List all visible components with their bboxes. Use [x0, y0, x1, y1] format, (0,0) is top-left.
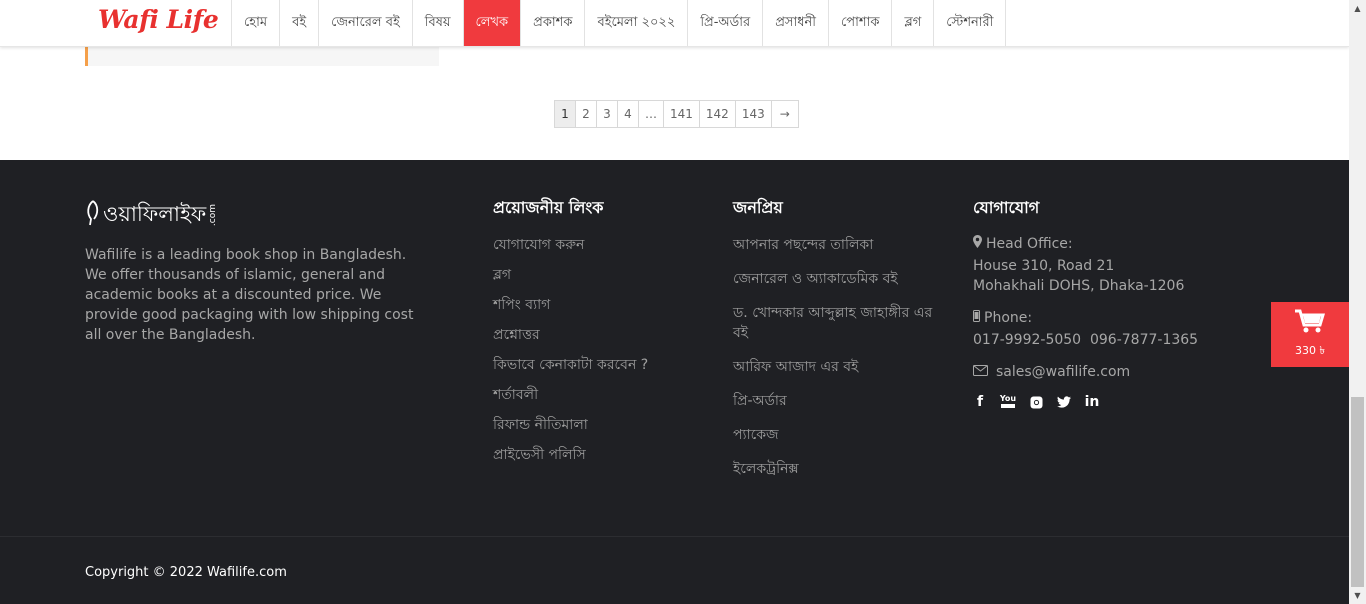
footer-link-shopping-bag[interactable]: শপিং ব্যাগ	[493, 295, 648, 325]
head-office-row: Head Office:	[973, 235, 1198, 252]
footer-popular-wishlist[interactable]: আপনার পছন্দের তালিকা	[733, 235, 948, 255]
footer-link-refund-policy[interactable]: রিফান্ড নীতিমালা	[493, 415, 648, 445]
facebook-icon[interactable]: f	[973, 394, 987, 410]
nav-item-home[interactable]: হোম	[232, 0, 281, 46]
page-ellipsis: …	[638, 100, 664, 128]
footer-link-contact[interactable]: যোগাযোগ করুন	[493, 235, 648, 265]
page-link-4[interactable]: 4	[617, 100, 639, 128]
page-link-143[interactable]: 143	[734, 100, 772, 128]
linkedin-icon[interactable]: in	[1085, 394, 1100, 410]
footer-popular-title: জনপ্রিয়	[733, 198, 783, 217]
nav-item-subjects[interactable]: বিষয়	[413, 0, 464, 46]
nav-item-blog[interactable]: ব্লগ	[892, 0, 935, 46]
social-links: f You in	[973, 394, 1198, 410]
cart-total: 330 ৳	[1295, 343, 1325, 357]
footer-link-how-to-buy[interactable]: কিভাবে কেনাকাটা করবেন ?	[493, 355, 648, 385]
address-line-2: Mohakhali DOHS, Dhaka-1206	[973, 278, 1185, 294]
email-address[interactable]: sales@wafilife.com	[996, 364, 1130, 380]
phone-row: Phone:	[973, 310, 1198, 326]
pagination: 1 2 3 4 … 141 142 143 →	[554, 100, 799, 128]
copyright-bar: Copyright © 2022 Wafilife.com	[0, 536, 1349, 604]
footer-brand[interactable]: ওয়াফিলাইফ .com	[85, 198, 325, 232]
nav-item-book-fair[interactable]: বইমেলা ২০২২	[585, 0, 689, 46]
map-marker-icon	[973, 235, 982, 252]
nav-item-authors[interactable]: লেখক	[463, 0, 522, 46]
page: Wafi Life হোম বই জেনারেল বই বিষয় লেখক প…	[0, 0, 1349, 604]
nav-item-cosmetics[interactable]: প্রসাধনী	[763, 0, 830, 46]
footer-link-faq[interactable]: প্রশ্নোত্তর	[493, 325, 648, 355]
footer-brand-suffix: .com	[208, 204, 219, 227]
page-scrollbar[interactable]: ▲ ▼	[1349, 0, 1366, 604]
page-link-2[interactable]: 2	[575, 100, 597, 128]
footer-popular-pre-order[interactable]: প্রি-অর্ডার	[733, 391, 948, 411]
phone-numbers[interactable]: 017-9992-5050 096-7877-1365	[973, 330, 1198, 350]
address-line-1: House 310, Road 21	[973, 258, 1115, 274]
site-header: Wafi Life হোম বই জেনারেল বই বিষয় লেখক প…	[0, 0, 1349, 47]
footer-popular-column: জনপ্রিয় আপনার পছন্দের তালিকা জেনারেল ও …	[733, 195, 948, 493]
copyright-text: Copyright © 2022 Wafilife.com	[85, 565, 287, 580]
nav-item-stationery[interactable]: স্টেশনারী	[934, 0, 1007, 46]
floating-cart-button[interactable]: 330 ৳	[1271, 302, 1349, 367]
page-link-142[interactable]: 142	[698, 100, 736, 128]
twitter-icon[interactable]	[1057, 394, 1071, 410]
scroll-down-arrow-icon[interactable]: ▼	[1349, 587, 1366, 604]
email-row[interactable]: sales@wafilife.com	[973, 364, 1198, 380]
site-footer: ওয়াফিলাইফ .com Wafilife is a leading bo…	[0, 160, 1349, 536]
nav-item-general-books[interactable]: জেনারেল বই	[319, 0, 413, 46]
mobile-icon	[973, 310, 980, 326]
footer-contact-title: যোগাযোগ	[973, 198, 1040, 217]
youtube-icon[interactable]: You	[1000, 394, 1016, 408]
footer-popular-general-academic[interactable]: জেনারেল ও অ্যাকাডেমিক বই	[733, 269, 948, 289]
footer-description: Wafilife is a leading book shop in Bangl…	[85, 247, 414, 343]
next-page-button[interactable]: →	[770, 100, 799, 128]
footer-link-blog[interactable]: ব্লগ	[493, 265, 648, 295]
footer-links-column: প্রয়োজনীয় লিংক যোগাযোগ করুন ব্লগ শপিং …	[493, 195, 648, 475]
page-link-3[interactable]: 3	[596, 100, 618, 128]
feather-icon	[85, 200, 101, 231]
nav-item-publishers[interactable]: প্রকাশক	[521, 0, 586, 46]
site-logo[interactable]: Wafi Life	[98, 5, 219, 34]
footer-contact-column: যোগাযোগ Head Office: House 310, Road 21 …	[973, 195, 1198, 410]
envelope-icon	[973, 364, 988, 380]
page-link-1[interactable]: 1	[554, 100, 576, 128]
page-link-141[interactable]: 141	[663, 100, 700, 128]
footer-popular-electronics[interactable]: ইলেকট্রনিক্স	[733, 459, 948, 479]
main-nav: হোম বই জেনারেল বই বিষয় লেখক প্রকাশক বইম…	[231, 0, 1007, 46]
head-office-label: Head Office:	[986, 235, 1073, 252]
scrollbar-thumb[interactable]	[1351, 397, 1364, 587]
nav-item-books[interactable]: বই	[280, 0, 320, 46]
nav-item-pre-order[interactable]: প্রি-অর্ডার	[688, 0, 764, 46]
footer-popular-package[interactable]: প্যাকেজ	[733, 425, 948, 445]
footer-link-privacy-policy[interactable]: প্রাইভেসী পলিসি	[493, 445, 648, 475]
instagram-icon[interactable]	[1029, 394, 1043, 410]
shopping-cart-icon	[1295, 309, 1326, 339]
footer-links-title: প্রয়োজনীয় লিংক	[493, 198, 604, 217]
scroll-up-arrow-icon[interactable]: ▲	[1349, 0, 1366, 17]
footer-popular-arif-azad[interactable]: আরিফ আজাদ এর বই	[733, 357, 948, 377]
footer-brand-name: ওয়াফিলাইফ	[103, 202, 207, 226]
phone-label: Phone:	[984, 310, 1033, 326]
footer-popular-dr-khondokar[interactable]: ড. খোন্দকার আব্দুল্লাহ জাহাঙ্গীর এর বই	[733, 303, 948, 343]
nav-item-clothing[interactable]: পোশাক	[829, 0, 893, 46]
footer-link-terms[interactable]: শর্তাবলী	[493, 385, 648, 415]
